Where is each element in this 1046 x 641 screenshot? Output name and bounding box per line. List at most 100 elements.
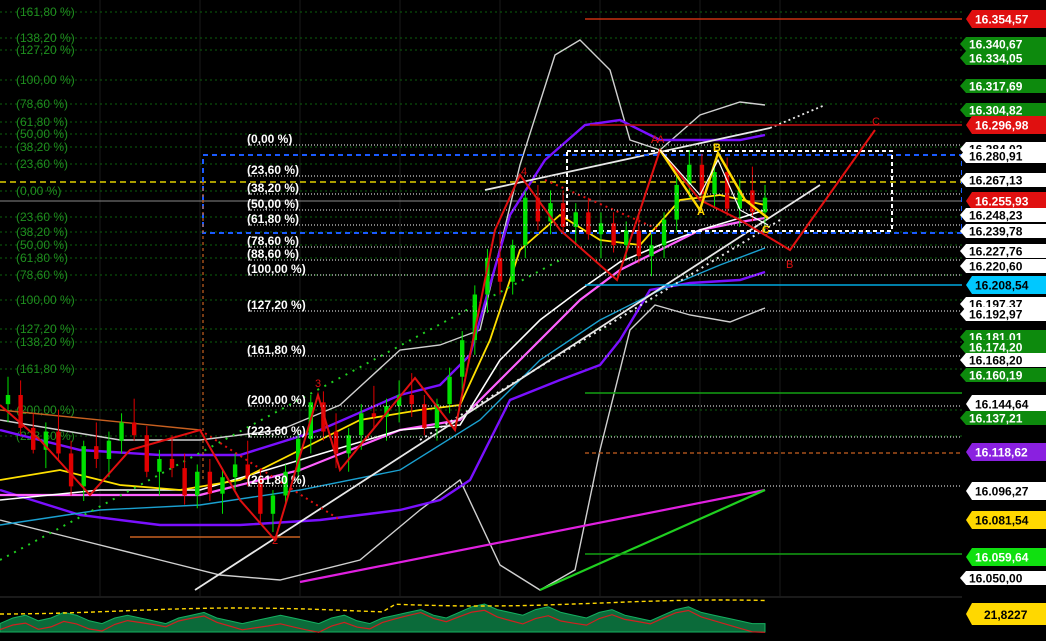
wave-label-abc-red: A bbox=[651, 134, 659, 146]
candle-body bbox=[649, 245, 654, 257]
candle-body bbox=[624, 230, 629, 246]
fib-left-label: (50,00 %) bbox=[16, 127, 68, 141]
fib-left-label: (23,60 %) bbox=[16, 210, 68, 224]
bb-outer-upper bbox=[0, 39, 766, 441]
fib-right-label: (78,60 %) bbox=[247, 234, 299, 248]
price-label: 16.220,60 bbox=[969, 260, 1023, 274]
candle-body bbox=[661, 219, 667, 246]
fib-right-label: (23,60 %) bbox=[247, 163, 299, 177]
candle-body bbox=[119, 422, 124, 441]
candle-body bbox=[422, 404, 427, 428]
candle-body bbox=[94, 446, 99, 459]
candle-body bbox=[712, 172, 717, 195]
price-label: 16.144,64 bbox=[975, 398, 1029, 412]
fib-left-label: (127,20 %) bbox=[16, 322, 75, 336]
price-label: 16.059,64 bbox=[975, 551, 1029, 565]
candle-body bbox=[371, 413, 377, 417]
fib-right-label: (223,60 %) bbox=[247, 424, 306, 438]
fib-right-label: (38,20 %) bbox=[247, 181, 299, 195]
fib-left-label: (23,60 %) bbox=[16, 157, 68, 171]
price-label: 16.160,19 bbox=[969, 369, 1023, 383]
fib-right-label: (261,80 %) bbox=[247, 473, 306, 487]
trend-green bbox=[539, 488, 766, 592]
price-label: 16.354,57 bbox=[975, 13, 1029, 27]
fib-left-label: (100,00 %) bbox=[16, 293, 75, 307]
candle-body bbox=[523, 197, 528, 246]
price-label: 16.118,62 bbox=[975, 446, 1028, 460]
price-label: 16.081,54 bbox=[975, 514, 1029, 528]
candle-body bbox=[346, 435, 351, 454]
fib-left-label: (0,00 %) bbox=[16, 184, 61, 198]
price-label: 16.239,78 bbox=[969, 225, 1023, 239]
fib-left-label: (161,80 %) bbox=[16, 362, 75, 376]
fib-left-label: (78,60 %) bbox=[16, 268, 68, 282]
wave-label-impulse: 2 bbox=[272, 535, 278, 547]
fib-right-label: (61,80 %) bbox=[247, 212, 299, 226]
price-chart[interactable]: (161,80 %) (138,20 %)(127,20 %) (100,00 %)… bbox=[0, 0, 1046, 641]
fib-right-levels: (0,00 %) (23,60 %) (38,20 %) (50,00 %)(61,8… bbox=[247, 18, 962, 555]
wave-label-impulse: C bbox=[872, 116, 880, 128]
price-label: 16.192,97 bbox=[969, 308, 1023, 322]
price-axis: 16.354,57 16.340,6716.334,05 16.317,69 16.3… bbox=[960, 0, 1046, 641]
fib-right-label: (88,60 %) bbox=[247, 247, 299, 261]
price-label: 16.280,91 bbox=[969, 150, 1023, 164]
candle-body bbox=[56, 431, 61, 454]
wave-label-abc-yellow: B bbox=[713, 142, 721, 154]
fib-left-label: (50,00 %) bbox=[16, 238, 68, 252]
trend-magenta bbox=[299, 488, 766, 584]
price-label: 16.255,93 bbox=[975, 195, 1029, 209]
price-label: 16.267,13 bbox=[969, 174, 1023, 188]
bb-inner-upper bbox=[0, 118, 766, 457]
volume-indicator bbox=[0, 596, 962, 641]
candle-body bbox=[359, 413, 364, 436]
candle-body bbox=[68, 453, 74, 487]
candle-body bbox=[207, 471, 213, 494]
fib-left-label: (78,60 %) bbox=[16, 97, 68, 111]
candle-body bbox=[232, 464, 238, 478]
fib-right-label: (161,80 %) bbox=[247, 343, 306, 357]
candle-body bbox=[447, 376, 452, 405]
price-label: 16.168,20 bbox=[969, 354, 1023, 368]
candle-body bbox=[195, 471, 200, 496]
fib-left-label: (100,00 %) bbox=[16, 73, 75, 87]
fib-left-label: (161,80 %) bbox=[16, 5, 75, 19]
candle-body bbox=[81, 446, 86, 487]
price-label: 16.340,67 bbox=[969, 38, 1023, 52]
wave-label-impulse: 4 bbox=[521, 166, 527, 178]
candle-body bbox=[674, 184, 679, 220]
price-label: 16.050,00 bbox=[969, 572, 1023, 586]
price-label: 16.096,27 bbox=[975, 485, 1029, 499]
price-label: 16.317,69 bbox=[969, 80, 1023, 94]
fib-left-label: (138,20 %) bbox=[16, 335, 75, 349]
candle-body bbox=[106, 440, 112, 459]
candle-body bbox=[611, 223, 616, 246]
fib-right-label: (0,00 %) bbox=[247, 132, 292, 146]
candle-body bbox=[5, 395, 11, 405]
waves: 234ACABCABC bbox=[0, 116, 880, 547]
candle-body bbox=[510, 245, 515, 282]
candle-body bbox=[220, 477, 225, 494]
price-label: 16.304,82 bbox=[969, 104, 1023, 118]
candle-body bbox=[31, 427, 36, 450]
wave-label-abc-red: B bbox=[786, 259, 793, 271]
fib-left-label: (38,20 %) bbox=[16, 140, 68, 154]
price-label: 16.334,05 bbox=[969, 52, 1023, 66]
candle-body bbox=[560, 203, 566, 227]
candles bbox=[5, 150, 768, 533]
candle-body bbox=[169, 458, 175, 469]
fib-right-label: (200,00 %) bbox=[247, 393, 306, 407]
candle-body bbox=[144, 435, 149, 472]
indicator-label: 21,8227 bbox=[984, 608, 1028, 622]
wave-label-abc-yellow: C bbox=[762, 224, 770, 236]
candle-body bbox=[636, 230, 642, 257]
candle-body bbox=[182, 468, 187, 496]
price-label: 16.296,98 bbox=[975, 119, 1029, 133]
candle-body bbox=[460, 340, 465, 377]
fib-right-label: (50,00 %) bbox=[247, 197, 299, 211]
candle-body bbox=[270, 495, 276, 514]
price-label: 16.174,20 bbox=[969, 341, 1023, 355]
wave-label-impulse: 3 bbox=[315, 378, 321, 390]
candle-body bbox=[409, 395, 414, 405]
fib-left-label: (38,20 %) bbox=[16, 225, 68, 239]
candle-body bbox=[586, 212, 591, 235]
